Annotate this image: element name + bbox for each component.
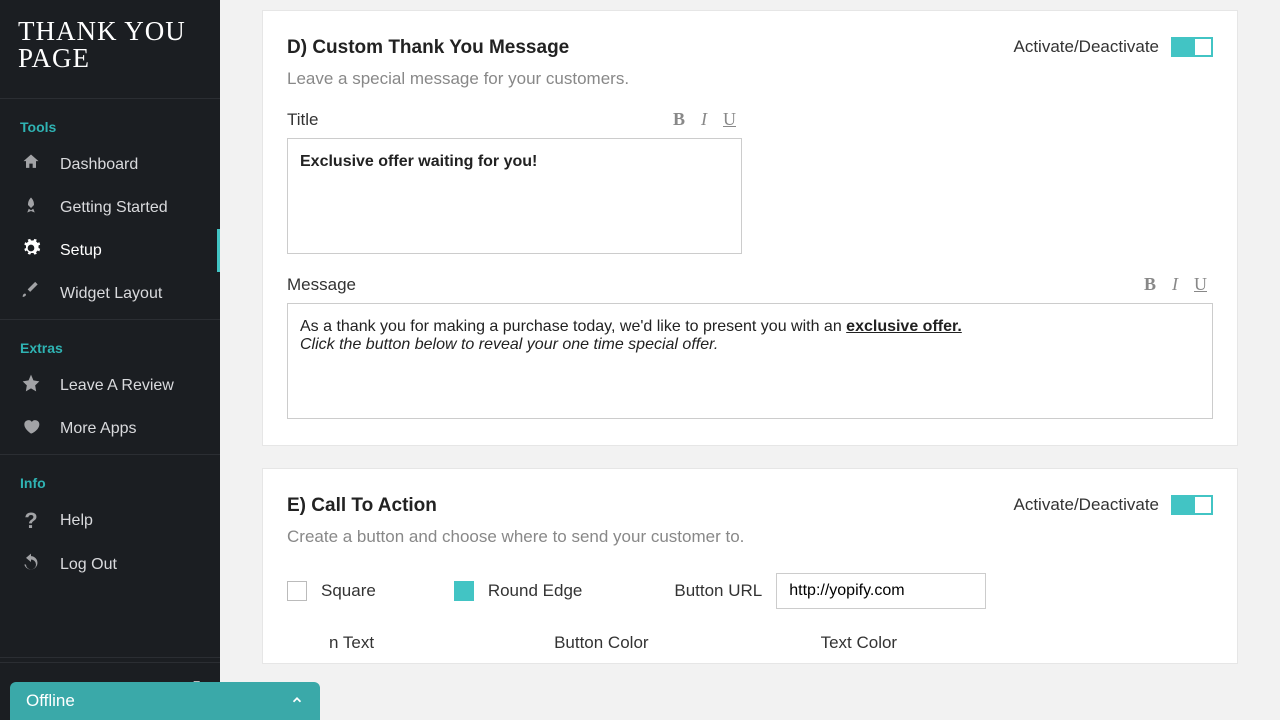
sidebar-item-label: Widget Layout	[60, 285, 162, 303]
divider	[0, 319, 220, 320]
bold-button[interactable]: B	[1144, 274, 1156, 295]
underline-button[interactable]: U	[723, 109, 736, 130]
undo-icon	[20, 552, 42, 577]
button-url-label: Button URL	[674, 581, 762, 601]
sidebar: THANK YOU PAGE Tools Dashboard Getting S…	[0, 0, 220, 720]
sublabel-text: n Text	[329, 633, 374, 653]
divider	[0, 454, 220, 455]
section-custom-thank-you: D) Custom Thank You Message Leave a spec…	[262, 10, 1238, 446]
section-e-subtitle: Create a button and choose where to send…	[287, 527, 744, 547]
sidebar-item-setup[interactable]: Setup	[0, 229, 220, 272]
brush-icon	[20, 281, 42, 306]
title-editor-content: Exclusive offer waiting for you!	[300, 153, 537, 170]
heart-icon	[20, 416, 42, 441]
checkbox-round-edge[interactable]	[454, 581, 474, 601]
sidebar-header: THANK YOU PAGE	[0, 0, 220, 94]
message-field-label: Message	[287, 275, 356, 295]
sidebar-item-more-apps[interactable]: More Apps	[0, 407, 220, 450]
sublabel-text-color: Text Color	[821, 633, 898, 653]
button-url-input[interactable]	[776, 573, 986, 609]
sidebar-item-label: Dashboard	[60, 156, 138, 174]
sidebar-item-label: Leave A Review	[60, 377, 174, 395]
toggle-section-e[interactable]	[1171, 495, 1213, 515]
underline-button[interactable]: U	[1194, 274, 1207, 295]
activate-label: Activate/Deactivate	[1013, 37, 1159, 57]
sidebar-item-dashboard[interactable]: Dashboard	[0, 143, 220, 186]
message-line2: Click the button below to reveal your on…	[300, 336, 1200, 354]
home-icon	[20, 152, 42, 177]
checkbox-square[interactable]	[287, 581, 307, 601]
option-round-label: Round Edge	[488, 581, 583, 601]
sidebar-item-label: More Apps	[60, 420, 136, 438]
section-d-subtitle: Leave a special message for your custome…	[287, 69, 629, 89]
italic-button[interactable]: I	[1172, 274, 1178, 295]
sidebar-item-label: Log Out	[60, 556, 117, 574]
section-title-extras: Extras	[0, 330, 220, 364]
chevron-up-icon	[290, 693, 304, 710]
message-line1-plain: As a thank you for making a purchase tod…	[300, 318, 846, 335]
format-toolbar-message: B I U	[1144, 274, 1213, 295]
gear-icon	[20, 238, 42, 263]
divider	[0, 98, 220, 99]
sidebar-item-leave-review[interactable]: Leave A Review	[0, 364, 220, 407]
sidebar-item-logout[interactable]: Log Out	[0, 543, 220, 586]
offline-status-bar[interactable]: Offline	[10, 682, 320, 720]
main-content: D) Custom Thank You Message Leave a spec…	[220, 0, 1280, 720]
sidebar-item-help[interactable]: ? Help	[0, 499, 220, 543]
star-icon	[20, 373, 42, 398]
question-icon: ?	[20, 508, 42, 534]
sublabel-button-color: Button Color	[554, 633, 649, 653]
activate-label: Activate/Deactivate	[1013, 495, 1159, 515]
sidebar-item-label: Help	[60, 512, 93, 530]
offline-label: Offline	[26, 691, 75, 711]
title-field-label: Title	[287, 110, 319, 130]
message-line1-bold: exclusive offer.	[846, 318, 962, 335]
title-editor[interactable]: Exclusive offer waiting for you!	[287, 138, 742, 254]
section-title-tools: Tools	[0, 109, 220, 143]
app-logo: THANK YOU PAGE	[18, 18, 202, 72]
italic-button[interactable]: I	[701, 109, 707, 130]
format-toolbar-title: B I U	[673, 109, 742, 130]
section-call-to-action: E) Call To Action Create a button and ch…	[262, 468, 1238, 664]
option-square-label: Square	[321, 581, 376, 601]
toggle-section-d[interactable]	[1171, 37, 1213, 57]
sidebar-item-label: Setup	[60, 242, 102, 260]
bold-button[interactable]: B	[673, 109, 685, 130]
rocket-icon	[20, 195, 42, 220]
section-d-title: D) Custom Thank You Message	[287, 37, 629, 59]
sidebar-item-label: Getting Started	[60, 199, 168, 217]
divider	[0, 657, 220, 658]
section-title-info: Info	[0, 465, 220, 499]
message-editor[interactable]: As a thank you for making a purchase tod…	[287, 303, 1213, 419]
sidebar-item-getting-started[interactable]: Getting Started	[0, 186, 220, 229]
section-e-title: E) Call To Action	[287, 495, 744, 517]
sidebar-item-widget-layout[interactable]: Widget Layout	[0, 272, 220, 315]
